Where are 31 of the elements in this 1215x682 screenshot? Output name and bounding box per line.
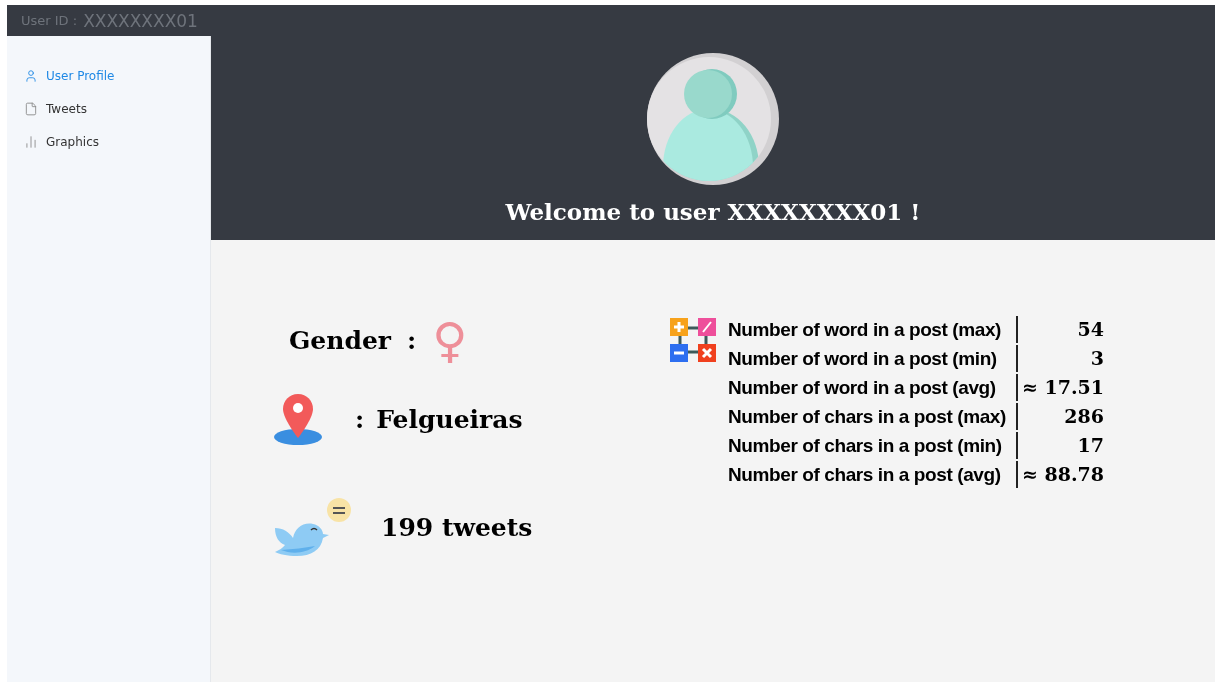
bar-chart-icon — [24, 134, 38, 149]
bird-icon — [273, 496, 353, 558]
stat-label: Number of word in a post (min) — [728, 345, 1018, 372]
user-id-label: User ID : — [21, 13, 78, 28]
stat-label: Number of chars in a post (avg) — [728, 461, 1018, 488]
user-icon — [24, 68, 38, 83]
calculator-symbols-icon — [668, 316, 718, 364]
sidebar-item[interactable]: Tweets — [7, 97, 210, 120]
stat-value: 286 — [1063, 404, 1104, 429]
stat-label: Number of chars in a post (max) — [728, 403, 1018, 430]
user-id: XXXXXXXX01 — [83, 10, 198, 31]
gender-label: Gender — [289, 325, 391, 355]
separator: : — [407, 325, 417, 355]
separator: : — [355, 404, 365, 434]
stat-value: ≈ 17.51 — [1020, 375, 1104, 400]
stat-label: Number of chars in a post (min) — [728, 432, 1018, 459]
stat-value: 17 — [1076, 433, 1104, 458]
location: Felgueiras — [376, 404, 523, 434]
stat-value: 3 — [1089, 346, 1104, 371]
stat-value: ≈ 88.78 — [1020, 462, 1104, 487]
location-pin-icon — [273, 392, 323, 446]
sidebar-item[interactable]: User Profile — [7, 64, 210, 87]
welcome-title: Welcome to user XXXXXXXX01 ! — [505, 198, 921, 225]
avatar-icon — [646, 52, 780, 186]
sidebar-item[interactable]: Graphics — [7, 130, 210, 153]
tweet-count: 199 tweets — [381, 512, 533, 542]
stat-label: Number of word in a post (avg) — [728, 374, 1018, 401]
gender-symbol: ♀ — [432, 316, 468, 364]
stat-label: Number of word in a post (max) — [728, 316, 1018, 343]
document-icon — [24, 101, 38, 116]
stat-value: 54 — [1076, 317, 1104, 342]
